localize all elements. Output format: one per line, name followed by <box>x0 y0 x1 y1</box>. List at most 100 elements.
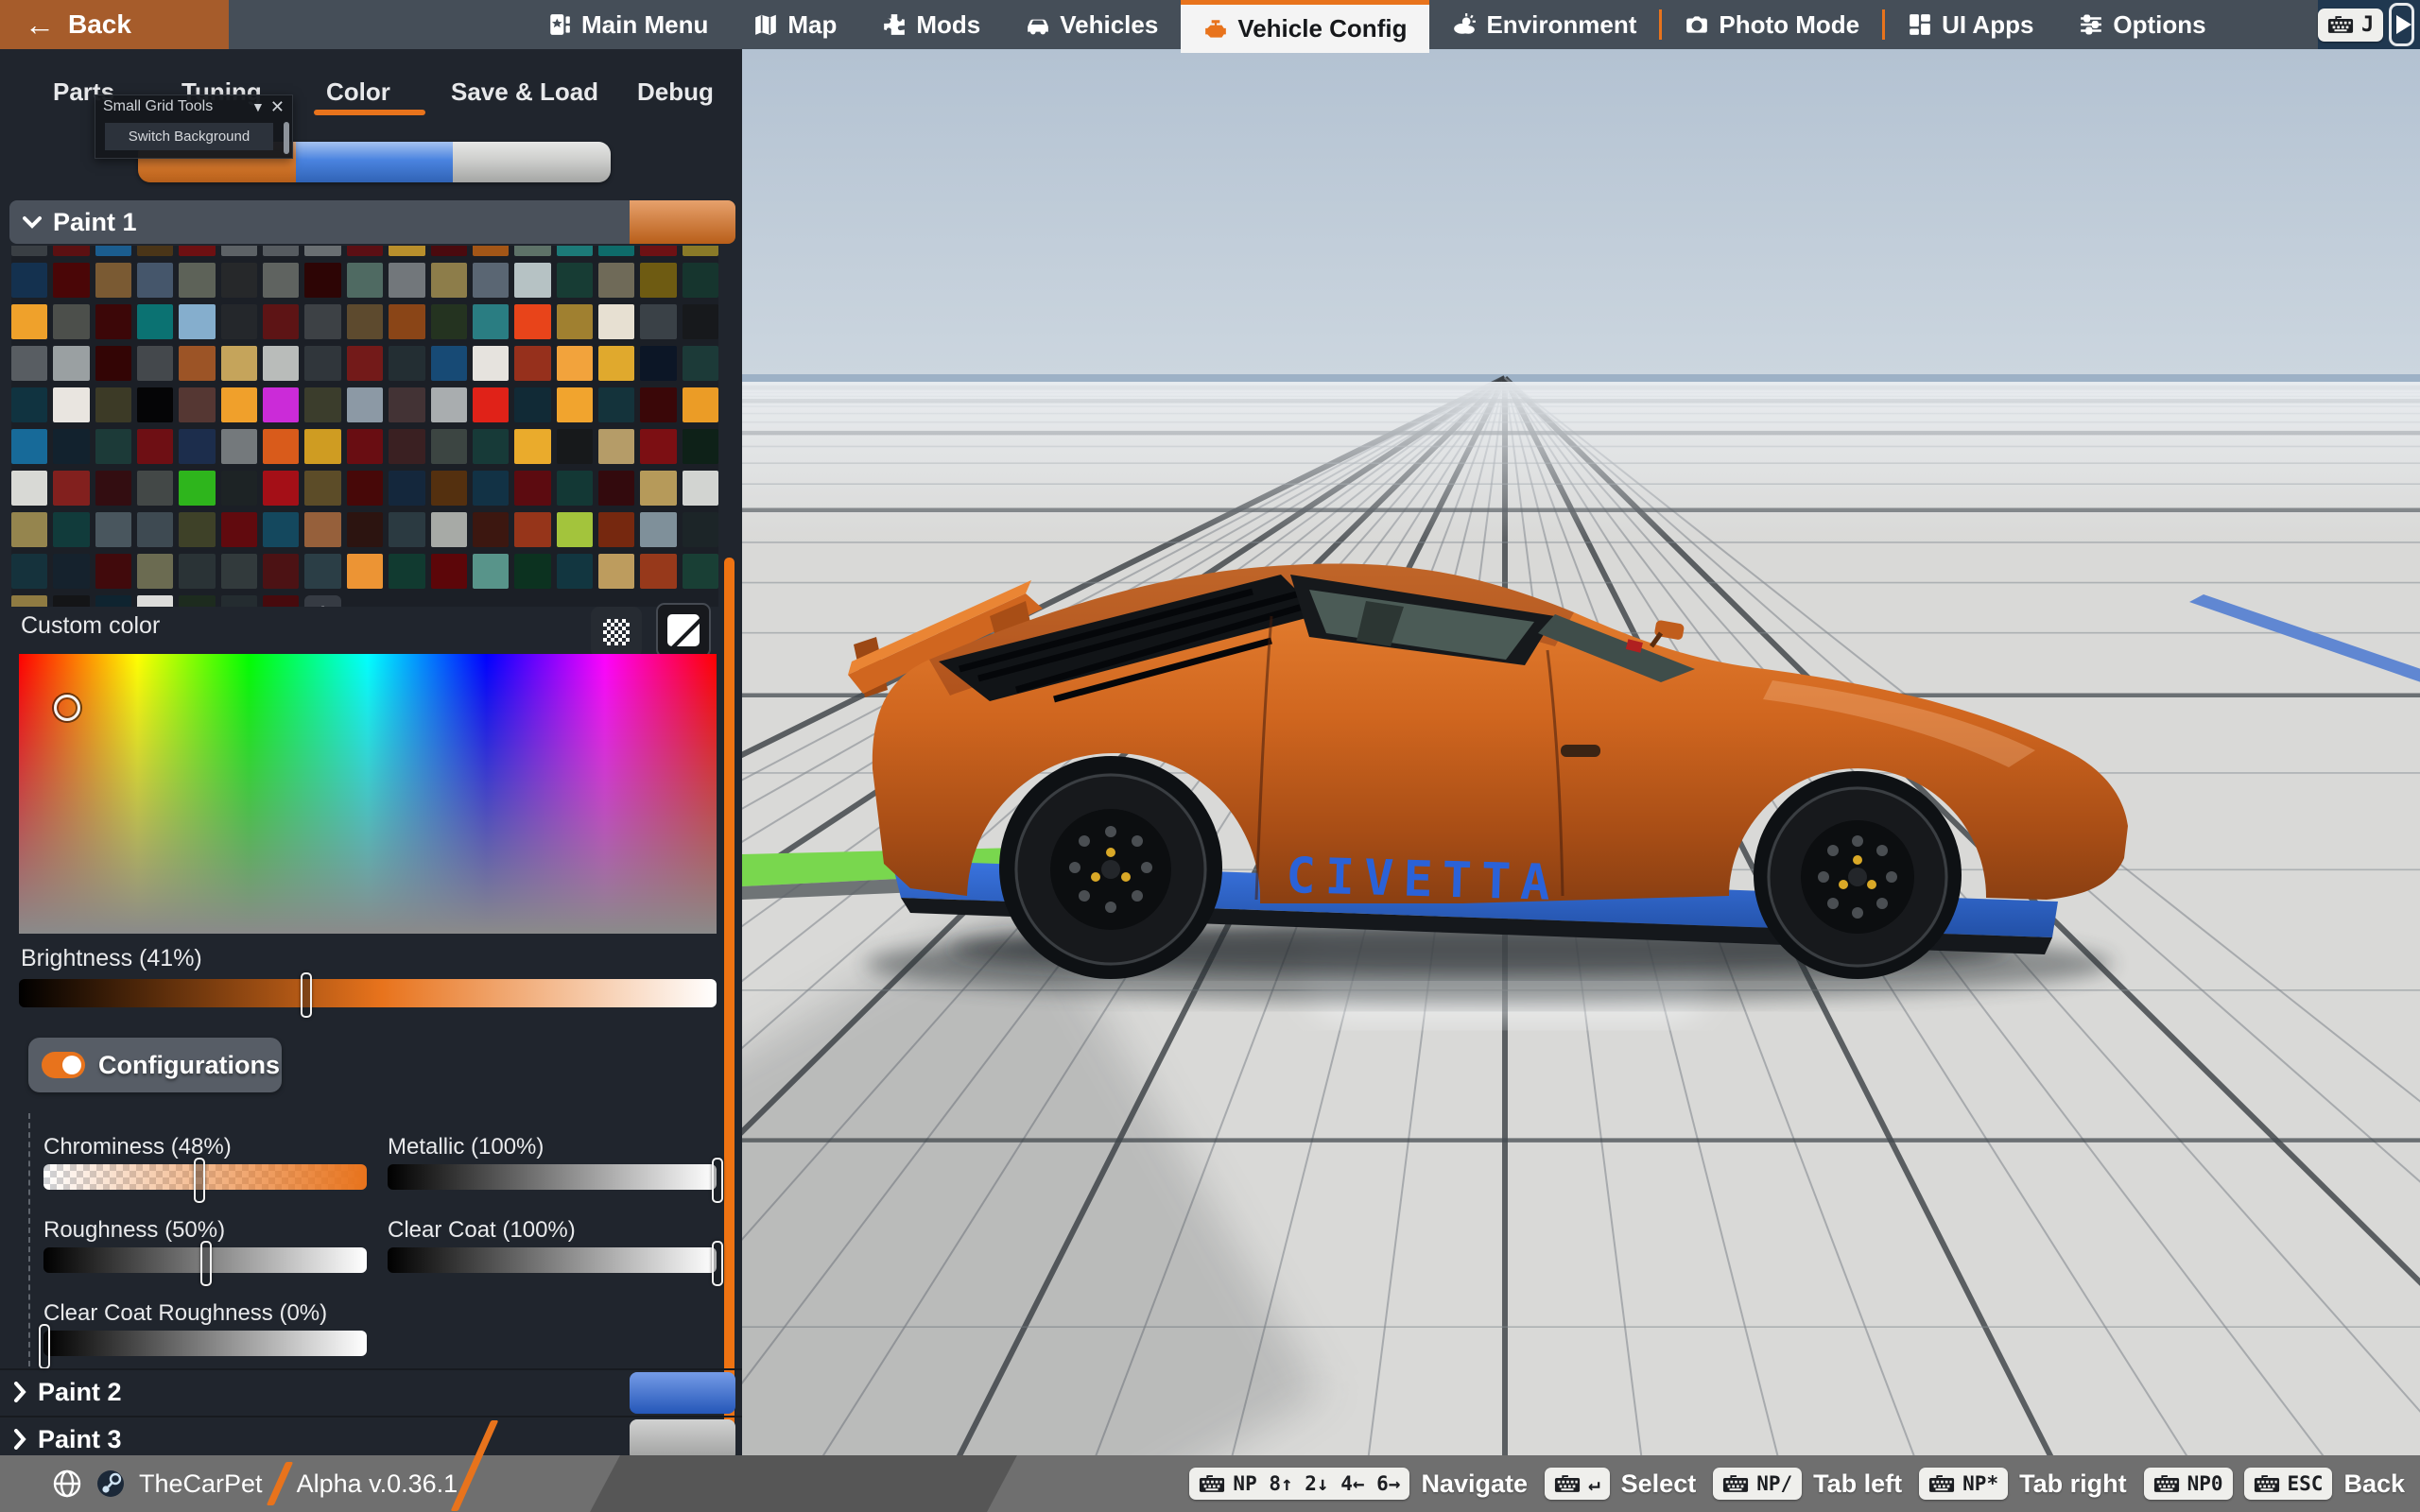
color-swatch[interactable] <box>179 554 215 589</box>
color-swatch[interactable] <box>179 263 215 298</box>
color-swatch[interactable] <box>53 346 89 381</box>
clear-coat-roughness-slider[interactable] <box>43 1331 367 1356</box>
color-swatch[interactable] <box>95 471 131 506</box>
color-swatch[interactable] <box>11 263 47 298</box>
color-swatch[interactable] <box>11 346 47 381</box>
color-swatch[interactable] <box>221 387 257 422</box>
color-swatch[interactable] <box>179 595 215 607</box>
color-swatch[interactable] <box>95 512 131 547</box>
color-swatch[interactable] <box>473 304 509 339</box>
color-swatch[interactable] <box>263 346 299 381</box>
color-swatch[interactable] <box>347 346 383 381</box>
globe-icon[interactable] <box>52 1469 82 1499</box>
paint2-color-chip[interactable] <box>630 1372 735 1414</box>
color-swatch[interactable] <box>683 471 718 506</box>
color-swatch[interactable] <box>179 429 215 464</box>
color-swatch[interactable] <box>137 554 173 589</box>
paint3-color-chip[interactable] <box>630 1419 735 1455</box>
color-swatch[interactable] <box>347 512 383 547</box>
color-swatch[interactable] <box>11 554 47 589</box>
color-swatch[interactable] <box>95 595 131 607</box>
color-swatch[interactable] <box>179 246 215 256</box>
color-swatch[interactable] <box>640 304 676 339</box>
color-swatch[interactable] <box>557 263 593 298</box>
color-swatch[interactable] <box>473 429 509 464</box>
color-swatch[interactable] <box>95 346 131 381</box>
color-swatch[interactable] <box>95 263 131 298</box>
color-swatch[interactable] <box>683 512 718 547</box>
menu-item-photo-mode[interactable]: Photo Mode <box>1662 0 1882 49</box>
color-swatch[interactable] <box>263 429 299 464</box>
color-swatch[interactable] <box>640 263 676 298</box>
color-swatch[interactable] <box>640 387 676 422</box>
color-swatch[interactable] <box>683 346 718 381</box>
popup-scrollbar[interactable] <box>284 122 289 154</box>
color-swatch[interactable] <box>640 471 676 506</box>
color-swatch[interactable] <box>11 471 47 506</box>
color-swatch[interactable] <box>389 263 424 298</box>
color-swatch[interactable] <box>431 512 467 547</box>
color-swatch[interactable] <box>263 304 299 339</box>
color-swatch[interactable] <box>53 246 89 256</box>
configurations-button[interactable]: Configurations <box>28 1038 282 1092</box>
color-swatch[interactable] <box>389 471 424 506</box>
color-swatch[interactable] <box>221 471 257 506</box>
color-swatch[interactable] <box>514 304 550 339</box>
menu-item-map[interactable]: Map <box>731 0 859 49</box>
color-swatch[interactable] <box>683 554 718 589</box>
color-swatch[interactable] <box>557 554 593 589</box>
add-color-button[interactable]: + <box>304 595 340 607</box>
color-swatch[interactable] <box>304 246 340 256</box>
color-swatch[interactable] <box>557 246 593 256</box>
roughness-slider-handle[interactable] <box>200 1241 212 1286</box>
color-swatch[interactable] <box>221 263 257 298</box>
chrominess-slider[interactable] <box>43 1164 367 1190</box>
color-swatch[interactable] <box>598 512 634 547</box>
color-swatch[interactable] <box>95 246 131 256</box>
pattern-swatch-button[interactable] <box>591 607 642 658</box>
color-swatch[interactable] <box>347 429 383 464</box>
color-swatch[interactable] <box>640 246 676 256</box>
color-swatch[interactable] <box>95 387 131 422</box>
steam-icon[interactable] <box>95 1469 126 1499</box>
color-swatch[interactable] <box>431 471 467 506</box>
color-swatch[interactable] <box>137 512 173 547</box>
color-swatch[interactable] <box>137 263 173 298</box>
menu-item-main-menu[interactable]: Main Menu <box>525 0 731 49</box>
color-swatch[interactable] <box>11 595 47 607</box>
color-swatch[interactable] <box>137 429 173 464</box>
color-swatch[interactable] <box>263 554 299 589</box>
menu-item-ui-apps[interactable]: UI Apps <box>1885 0 2056 49</box>
brightness-slider[interactable] <box>19 979 717 1007</box>
color-swatch[interactable] <box>137 471 173 506</box>
color-swatch[interactable] <box>53 387 89 422</box>
color-swatch[interactable] <box>389 429 424 464</box>
color-swatch[interactable] <box>263 263 299 298</box>
back-button[interactable]: ← Back <box>0 0 229 49</box>
paint1-color-chip[interactable] <box>630 200 735 244</box>
color-swatch[interactable] <box>221 554 257 589</box>
color-swatch[interactable] <box>431 429 467 464</box>
color-swatch[interactable] <box>11 304 47 339</box>
color-swatch[interactable] <box>431 246 467 256</box>
color-swatch[interactable] <box>598 304 634 339</box>
menu-item-mods[interactable]: Mods <box>859 0 1003 49</box>
menu-item-environment[interactable]: Environment <box>1429 0 1659 49</box>
color-swatch[interactable] <box>221 246 257 256</box>
color-swatch[interactable] <box>473 471 509 506</box>
color-swatch[interactable] <box>263 512 299 547</box>
color-swatch[interactable] <box>598 429 634 464</box>
color-swatch[interactable] <box>598 246 634 256</box>
color-swatch[interactable] <box>221 346 257 381</box>
clear-coat-roughness-slider-handle[interactable] <box>39 1324 50 1369</box>
color-swatch[interactable] <box>473 387 509 422</box>
color-swatch[interactable] <box>137 304 173 339</box>
color-swatch[interactable] <box>514 246 550 256</box>
play-button[interactable] <box>2389 3 2414 46</box>
popup-titlebar[interactable]: Small Grid Tools ▼ ✕ <box>95 95 292 118</box>
switch-background-button[interactable]: Switch Background <box>105 123 273 150</box>
color-swatch[interactable] <box>473 554 509 589</box>
metallic-slider[interactable] <box>388 1164 717 1190</box>
color-swatch[interactable] <box>263 246 299 256</box>
color-swatch[interactable] <box>53 304 89 339</box>
